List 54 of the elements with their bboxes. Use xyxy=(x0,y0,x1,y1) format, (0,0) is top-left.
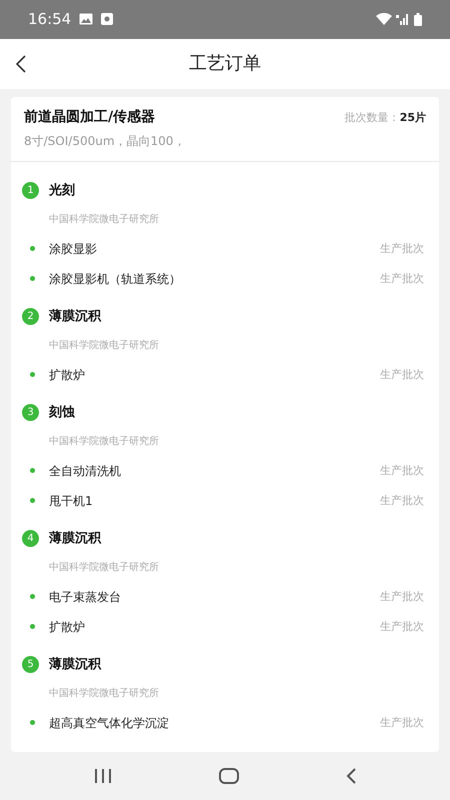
bullet-icon xyxy=(30,372,35,378)
step-title: 薄膜沉积 xyxy=(49,656,101,674)
back-icon xyxy=(346,768,356,784)
step-title: 薄膜沉积 xyxy=(49,530,101,548)
production-batch-link[interactable]: 生产批次 xyxy=(380,270,424,288)
bullet-icon xyxy=(30,276,35,282)
quantity-label: 批次数量： xyxy=(344,110,400,126)
production-batch-link[interactable]: 生产批次 xyxy=(380,240,424,258)
home-icon xyxy=(218,768,239,784)
bullet-icon xyxy=(30,498,35,504)
production-batch-link[interactable]: 生产批次 xyxy=(380,462,424,480)
step-number: 2 xyxy=(22,308,39,326)
image-icon xyxy=(79,13,94,26)
quantity-value: 25片 xyxy=(400,110,426,126)
recent-apps-icon xyxy=(94,768,112,783)
order-spec: 8寸/SOI/500um，晶向100， xyxy=(24,133,186,150)
back-icon xyxy=(16,54,26,73)
organization-name: 中国科学院微电子研究所 xyxy=(49,560,159,576)
step-number: 1 xyxy=(22,182,39,200)
page-title: 工艺订单 xyxy=(189,52,261,76)
equipment-name: 扩散炉 xyxy=(49,366,85,384)
step-title: 刻蚀 xyxy=(49,404,75,422)
step-number: 3 xyxy=(22,404,39,422)
organization-name: 中国科学院微电子研究所 xyxy=(49,338,159,354)
equipment-name: 全自动清洗机 xyxy=(49,462,121,480)
bullet-icon xyxy=(30,246,35,252)
wifi-icon xyxy=(376,13,392,26)
production-batch-link[interactable]: 生产批次 xyxy=(380,714,424,732)
signal-icon xyxy=(396,13,410,26)
order-name: 前道晶圆加工/传感器 xyxy=(24,108,156,128)
status-time: 16:54 xyxy=(28,9,72,30)
organization-name: 中国科学院微电子研究所 xyxy=(49,434,159,450)
step-title: 光刻 xyxy=(49,182,75,200)
equipment-name: 涂胶显影 xyxy=(49,240,97,258)
equipment-name: 扩散炉 xyxy=(49,618,85,636)
production-batch-link[interactable]: 生产批次 xyxy=(380,492,424,510)
bullet-icon xyxy=(30,720,35,726)
battery-icon xyxy=(414,12,422,26)
production-batch-link[interactable]: 生产批次 xyxy=(380,618,424,636)
camera-icon xyxy=(101,13,114,26)
organization-name: 中国科学院微电子研究所 xyxy=(49,212,159,228)
organization-name: 中国科学院微电子研究所 xyxy=(49,686,159,702)
step-number: 5 xyxy=(22,656,39,674)
bullet-icon xyxy=(30,594,35,600)
production-batch-link[interactable]: 生产批次 xyxy=(380,366,424,384)
equipment-name: 电子束蒸发台 xyxy=(49,588,121,606)
production-batch-link[interactable]: 生产批次 xyxy=(380,588,424,606)
step-title: 薄膜沉积 xyxy=(49,308,101,326)
bullet-icon xyxy=(30,468,35,474)
step-number: 4 xyxy=(22,530,39,548)
equipment-name: 甩干机1 xyxy=(49,492,93,510)
bullet-icon xyxy=(30,624,35,630)
equipment-name: 涂胶显影机（轨道系统） xyxy=(49,270,181,288)
equipment-name: 超高真空气体化学沉淀 xyxy=(49,714,169,732)
